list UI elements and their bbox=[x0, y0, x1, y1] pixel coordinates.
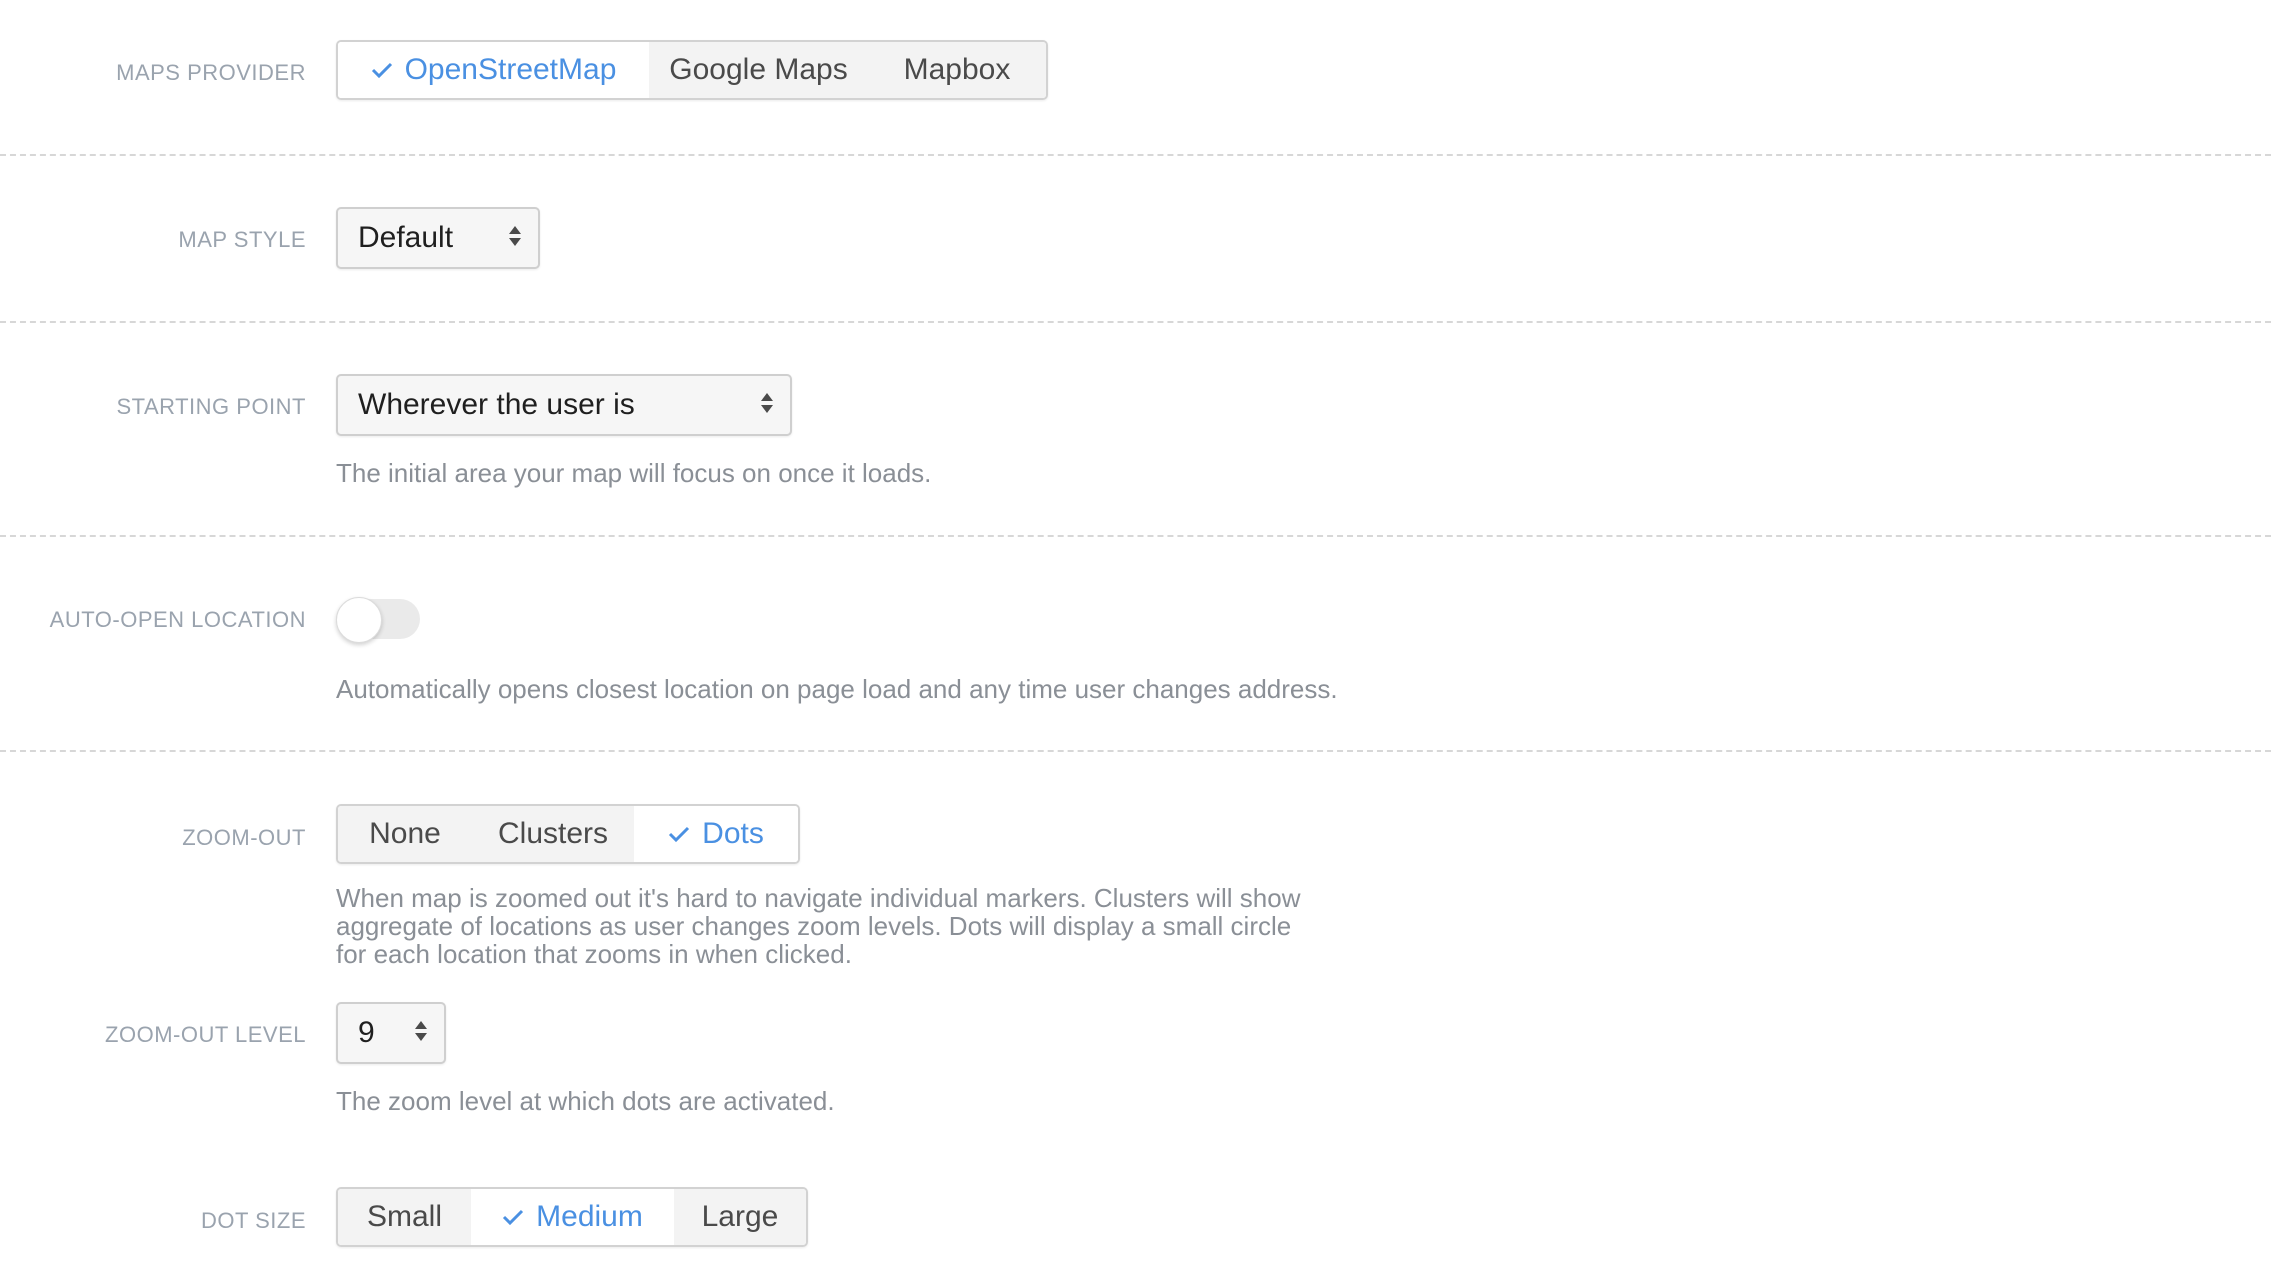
zoom-out-level-value: 9 bbox=[358, 1016, 375, 1049]
option-large-label: Large bbox=[701, 1200, 779, 1233]
starting-point-label: STARTING POINT bbox=[116, 394, 306, 419]
auto-open-row: AUTO-OPEN LOCATION Automatically opens c… bbox=[0, 537, 2271, 752]
select-arrows-icon bbox=[508, 221, 522, 255]
maps-provider-segmented-control: OpenStreetMap Google Maps Mapbox bbox=[336, 40, 1048, 100]
dot-size-segmented-control: Small Medium Large bbox=[336, 1187, 808, 1247]
option-dots-label: Dots bbox=[702, 817, 764, 850]
option-google-maps-label: Google Maps bbox=[669, 53, 848, 86]
zoom-out-group: ZOOM-OUT None Clusters Dots When map is … bbox=[0, 752, 2271, 1281]
auto-open-label: AUTO-OPEN LOCATION bbox=[49, 607, 306, 632]
starting-point-row: STARTING POINT Wherever the user is The … bbox=[0, 323, 2271, 537]
maps-provider-row: MAPS PROVIDER OpenStreetMap Google Maps … bbox=[0, 0, 2271, 156]
check-icon bbox=[668, 817, 690, 851]
option-medium[interactable]: Medium bbox=[471, 1189, 674, 1245]
option-none[interactable]: None bbox=[338, 806, 472, 862]
dot-size-label: DOT SIZE bbox=[200, 1208, 306, 1233]
zoom-out-level-label: ZOOM-OUT LEVEL bbox=[105, 1022, 306, 1047]
option-small-label: Small bbox=[366, 1200, 442, 1233]
zoom-out-segmented-control: None Clusters Dots bbox=[336, 804, 800, 864]
maps-provider-label: MAPS PROVIDER bbox=[116, 60, 306, 85]
zoom-out-level-select[interactable]: 9 bbox=[336, 1002, 446, 1064]
option-mapbox[interactable]: Mapbox bbox=[868, 42, 1046, 98]
select-arrows-icon bbox=[414, 1016, 428, 1050]
toggle-knob bbox=[336, 597, 382, 643]
starting-point-select[interactable]: Wherever the user is bbox=[336, 374, 792, 436]
option-mapbox-label: Mapbox bbox=[903, 53, 1011, 86]
option-dots[interactable]: Dots bbox=[634, 806, 798, 862]
map-style-label: MAP STYLE bbox=[178, 227, 306, 252]
map-style-value: Default bbox=[358, 221, 454, 254]
select-arrows-icon bbox=[760, 388, 774, 422]
check-icon bbox=[502, 1200, 524, 1234]
option-openstreetmap[interactable]: OpenStreetMap bbox=[338, 42, 649, 98]
auto-open-toggle[interactable] bbox=[336, 597, 420, 643]
zoom-out-level-description: The zoom level at which dots are activat… bbox=[336, 1086, 835, 1116]
map-style-row: MAP STYLE Default bbox=[0, 156, 2271, 323]
check-icon bbox=[371, 53, 393, 87]
zoom-out-label: ZOOM-OUT bbox=[182, 825, 306, 850]
map-style-select[interactable]: Default bbox=[336, 207, 540, 269]
option-google-maps[interactable]: Google Maps bbox=[649, 42, 868, 98]
option-none-label: None bbox=[369, 817, 441, 850]
option-openstreetmap-label: OpenStreetMap bbox=[404, 53, 617, 86]
auto-open-description: Automatically opens closest location on … bbox=[336, 674, 1338, 704]
option-clusters-label: Clusters bbox=[497, 817, 609, 850]
option-medium-label: Medium bbox=[536, 1200, 643, 1233]
starting-point-description: The initial area your map will focus on … bbox=[336, 458, 932, 488]
starting-point-value: Wherever the user is bbox=[358, 388, 635, 421]
zoom-out-description: When map is zoomed out it's hard to navi… bbox=[336, 883, 1301, 969]
option-large[interactable]: Large bbox=[674, 1189, 806, 1245]
option-clusters[interactable]: Clusters bbox=[472, 806, 634, 862]
option-small[interactable]: Small bbox=[338, 1189, 471, 1245]
